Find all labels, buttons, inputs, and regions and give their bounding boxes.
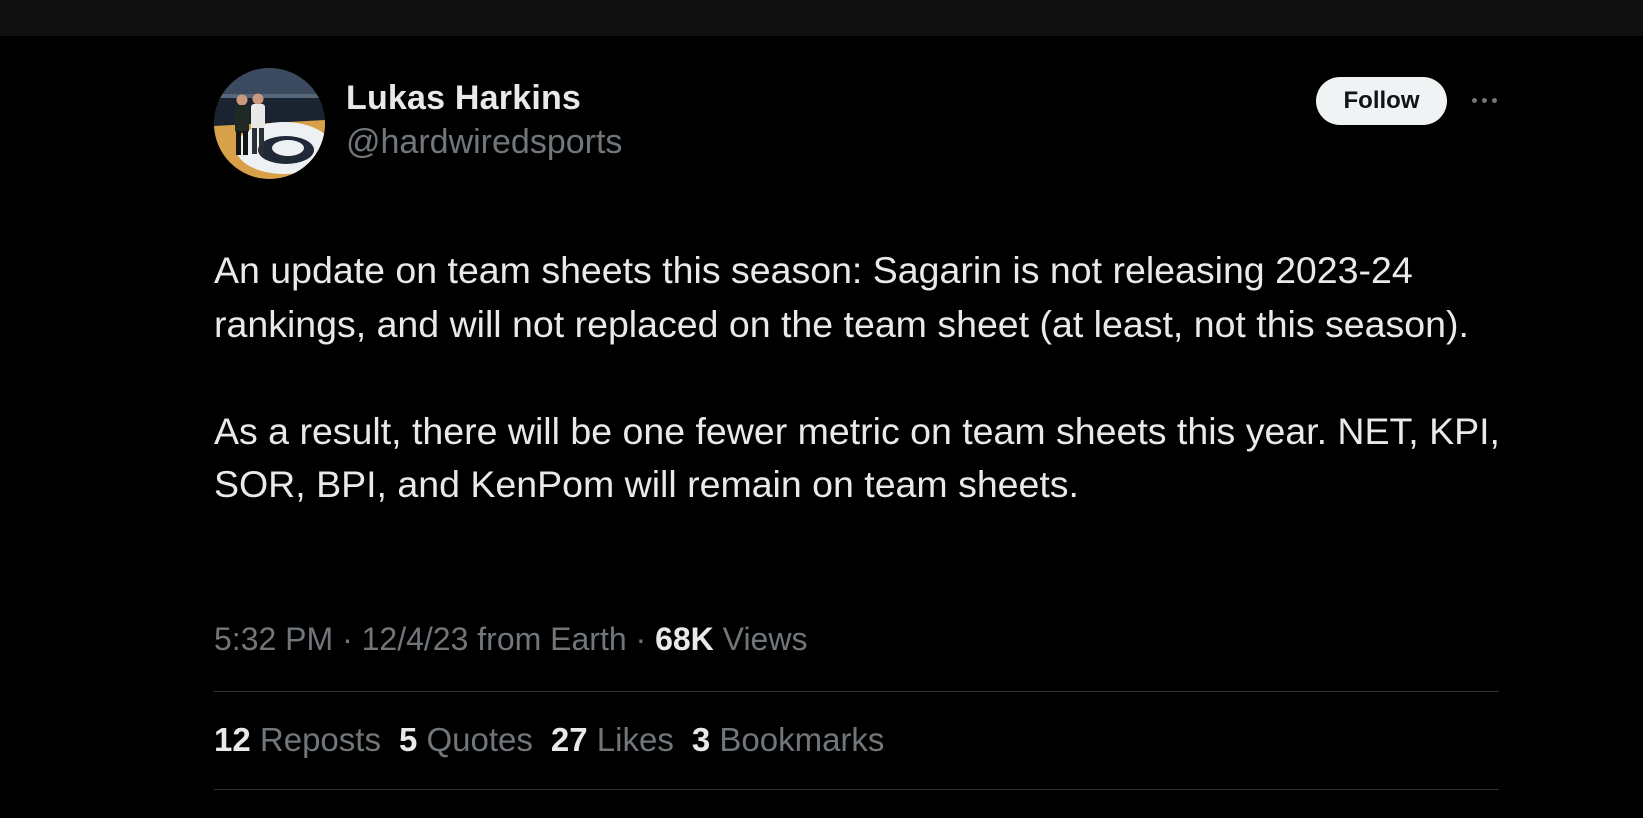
user-handle[interactable]: @hardwiredsports	[346, 120, 622, 164]
tweet-paragraph: An update on team sheets this season: Sa…	[214, 249, 1469, 345]
divider	[214, 789, 1499, 790]
more-horizontal-icon-dot	[1481, 97, 1487, 103]
likes-label: Likes	[596, 721, 674, 758]
quotes-count: 5	[398, 721, 418, 758]
quotes-stat[interactable]: 5 Quotes	[399, 720, 533, 760]
more-horizontal-icon-dot	[1491, 97, 1497, 103]
tweet-meta: 5:32 PM · 12/4/23 from Earth · 68K Views	[214, 619, 807, 659]
tweet-date[interactable]: 12/4/23	[362, 621, 469, 657]
reposts-label: Reposts	[259, 721, 381, 758]
tweet-header: Lukas Harkins @hardwiredsports Follow	[214, 68, 1499, 180]
reposts-stat[interactable]: 12 Reposts	[214, 720, 381, 760]
reposts-count: 12	[214, 721, 251, 758]
top-bar	[0, 0, 1643, 36]
meta-separator: ·	[626, 621, 656, 657]
divider	[214, 691, 1499, 692]
meta-separator: ·	[333, 621, 362, 657]
tweet-text: An update on team sheets this season: Sa…	[214, 244, 1504, 512]
display-name[interactable]: Lukas Harkins	[346, 78, 622, 118]
bookmarks-label: Bookmarks	[719, 721, 885, 758]
likes-stat[interactable]: 27 Likes	[551, 720, 674, 760]
tweet-time[interactable]: 5:32 PM	[214, 621, 333, 657]
follow-button[interactable]: Follow	[1316, 77, 1447, 125]
tweet-source: from Earth	[477, 621, 627, 657]
views-label: Views	[722, 621, 808, 657]
engagement-stats: 12 Reposts 5 Quotes 27 Likes 3 Bookmarks	[214, 720, 902, 760]
avatar[interactable]	[214, 68, 325, 179]
views-count: 68K	[655, 621, 714, 657]
profile-photo-icon	[214, 68, 325, 179]
bookmarks-stat[interactable]: 3 Bookmarks	[692, 720, 885, 760]
more-horizontal-icon	[1471, 97, 1477, 103]
quotes-label: Quotes	[426, 721, 533, 758]
author-names: Lukas Harkins @hardwiredsports	[346, 78, 622, 164]
more-options-button[interactable]	[1462, 82, 1506, 118]
tweet-paragraph: As a result, there will be one fewer met…	[214, 409, 1500, 506]
likes-count: 27	[550, 721, 588, 758]
tweet-card: Lukas Harkins @hardwiredsports Follow An…	[214, 68, 1500, 790]
bookmarks-count: 3	[691, 721, 711, 758]
